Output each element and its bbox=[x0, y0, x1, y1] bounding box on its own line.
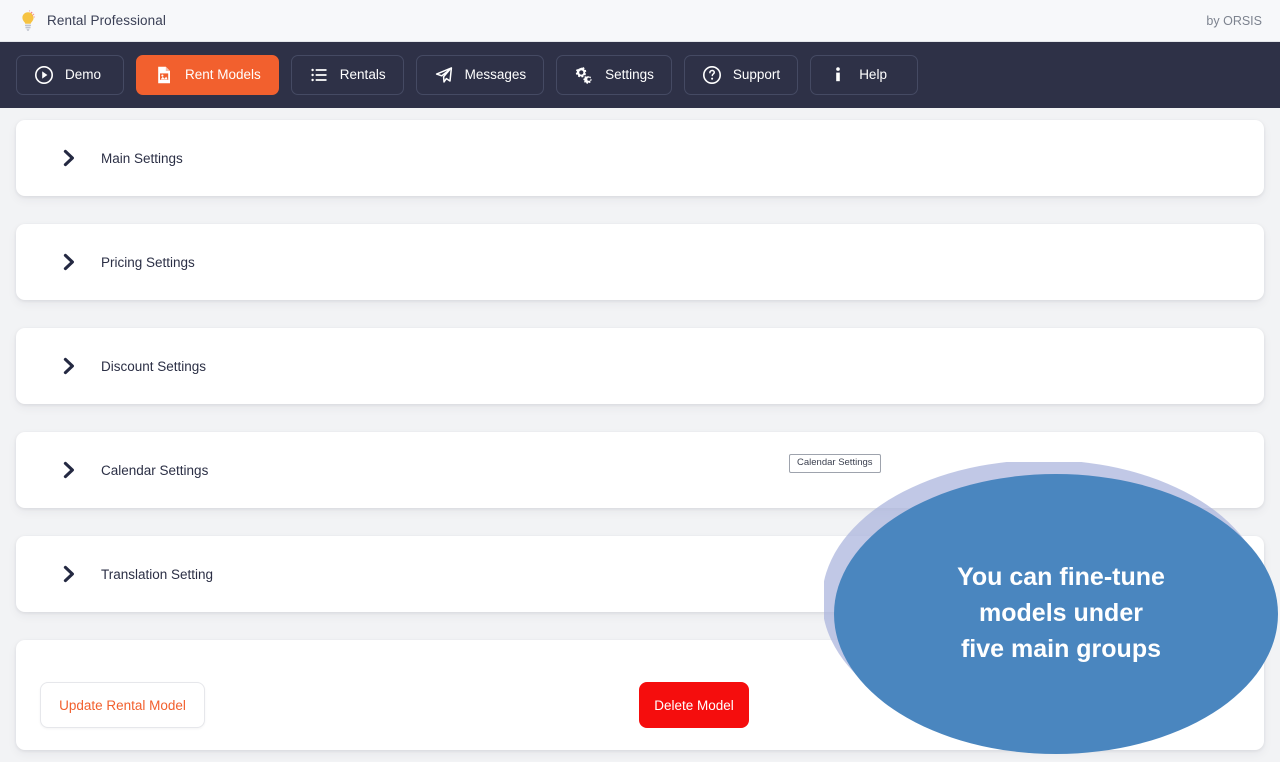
file-image-icon bbox=[154, 65, 174, 85]
list-icon bbox=[309, 65, 329, 85]
lightbulb-icon bbox=[18, 9, 38, 32]
accordion-label: Pricing Settings bbox=[101, 254, 195, 270]
tooltip-calendar-settings: Calendar Settings bbox=[789, 454, 881, 473]
nav-label: Messages bbox=[464, 67, 527, 83]
accordion-label: Main Settings bbox=[101, 150, 183, 166]
gears-icon bbox=[574, 65, 594, 85]
nav-item-settings[interactable]: Settings bbox=[556, 55, 672, 95]
chevron-right-icon bbox=[40, 252, 101, 272]
nav-item-messages[interactable]: Messages bbox=[415, 55, 545, 95]
accordion-row-translation-setting[interactable]: Translation Setting bbox=[16, 536, 1264, 612]
nav-item-support[interactable]: Support bbox=[683, 55, 799, 95]
chevron-right-icon bbox=[40, 356, 101, 376]
accordion-row-discount-settings[interactable]: Discount Settings bbox=[16, 328, 1264, 404]
nav-item-rent-models[interactable]: Rent Models bbox=[136, 55, 279, 95]
chevron-right-icon bbox=[40, 564, 101, 584]
accordion-label: Discount Settings bbox=[101, 358, 207, 374]
paper-plane-icon bbox=[434, 65, 454, 85]
nav-label: Demo bbox=[65, 67, 102, 83]
info-icon bbox=[828, 65, 848, 85]
brand-bar: Rental Professional by ORSIS bbox=[0, 0, 1280, 42]
content-area: Main Settings Pricing Settings Discount … bbox=[0, 108, 1280, 750]
nav-label: Settings bbox=[605, 67, 654, 83]
accordion-row-pricing-settings[interactable]: Pricing Settings bbox=[16, 224, 1264, 300]
play-circle-icon bbox=[34, 65, 54, 85]
nav-item-help[interactable]: Help bbox=[810, 55, 919, 95]
nav-label: Rent Models bbox=[185, 67, 261, 83]
accordion-row-calendar-settings[interactable]: Calendar Settings Calendar Settings bbox=[16, 432, 1264, 508]
nav-label: Rentals bbox=[339, 67, 386, 83]
accordion-label: Translation Setting bbox=[101, 566, 214, 582]
app-title: Rental Professional bbox=[47, 13, 166, 28]
model-actions-card: Update Rental Model Delete Model bbox=[16, 640, 1264, 750]
chevron-right-icon bbox=[40, 148, 101, 168]
nav-item-demo[interactable]: Demo bbox=[16, 55, 124, 95]
delete-model-button[interactable]: Delete Model bbox=[639, 682, 749, 728]
question-circle-icon bbox=[702, 65, 722, 85]
nav-label: Help bbox=[859, 67, 887, 83]
chevron-right-icon bbox=[40, 460, 101, 480]
nav-label: Support bbox=[732, 67, 781, 83]
main-navigation: Demo Rent Models Rentals Messages Settin… bbox=[0, 42, 1280, 108]
brand-credit: by ORSIS bbox=[1206, 13, 1262, 28]
update-rental-model-button[interactable]: Update Rental Model bbox=[40, 682, 205, 728]
accordion-row-main-settings[interactable]: Main Settings bbox=[16, 120, 1264, 196]
brand-logo-group: Rental Professional bbox=[18, 9, 166, 32]
accordion-label: Calendar Settings bbox=[101, 462, 209, 478]
nav-item-rentals[interactable]: Rentals bbox=[290, 55, 404, 95]
